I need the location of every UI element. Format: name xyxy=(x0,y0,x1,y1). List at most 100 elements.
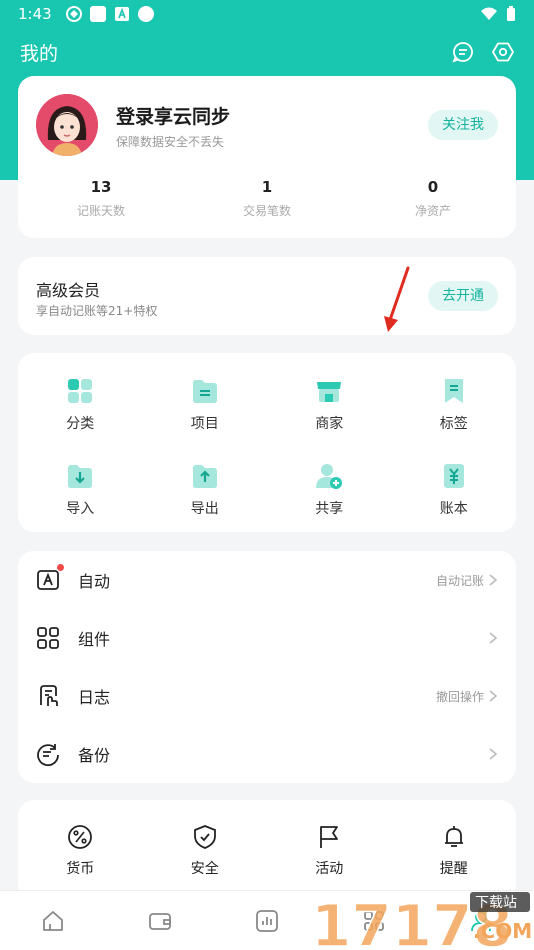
avatar[interactable] xyxy=(36,94,98,156)
sync-status-icon xyxy=(65,6,82,22)
app-header: 我的 xyxy=(0,34,534,70)
list-item-log[interactable]: 日志 撤回操作 xyxy=(18,667,516,725)
log-icon xyxy=(40,685,58,706)
grid-item-label: 项目 xyxy=(190,416,219,432)
notification-dot xyxy=(57,564,64,571)
stat-value: 13 xyxy=(90,178,112,196)
bookmark-icon xyxy=(444,379,463,403)
grid-item-import[interactable]: 导入 xyxy=(18,462,143,533)
feature-grid: 分类 项目 商家 标签 导入 导出 共享 账本 xyxy=(18,353,516,532)
home-icon xyxy=(43,910,64,931)
list-item-auto[interactable]: 自动 自动记账 xyxy=(18,551,516,609)
chevron-right-icon xyxy=(489,632,498,644)
tool-label: 安全 xyxy=(190,861,219,877)
auto-icon xyxy=(37,570,59,590)
status-time: 1:43 xyxy=(18,5,52,23)
watermark-top: 下载站 xyxy=(475,895,517,911)
annotation-arrow-icon xyxy=(384,266,410,332)
list-item-detail xyxy=(488,747,498,761)
watermark-domain: .COM xyxy=(473,919,532,943)
tool-label: 活动 xyxy=(315,861,344,877)
stat-label: 交易笔数 xyxy=(242,204,291,218)
tool-currency[interactable]: 货币 xyxy=(18,824,143,900)
grid-item-label: 分类 xyxy=(66,416,95,432)
share-user-icon xyxy=(316,463,343,489)
stat-value: 0 xyxy=(427,178,439,196)
backup-icon xyxy=(37,744,59,767)
tool-label: 提醒 xyxy=(439,861,468,877)
battery-icon xyxy=(507,6,515,21)
grid-item-project[interactable]: 项目 xyxy=(143,377,268,448)
chart-icon xyxy=(256,909,278,932)
vip-subtitle: 享自动记账等21+特权 xyxy=(36,304,158,318)
grid-item-label: 导入 xyxy=(66,500,95,517)
tool-security[interactable]: 安全 xyxy=(143,824,268,900)
vip-card[interactable]: 高级会员 享自动记账等21+特权 去开通 xyxy=(18,257,516,335)
grid-item-ledger[interactable]: 账本 xyxy=(392,462,517,533)
export-icon xyxy=(192,464,217,488)
list-item-label: 日志 xyxy=(78,688,111,707)
grid-item-label: 账本 xyxy=(439,500,468,517)
watermark-logo: 17178 下载站 .COM xyxy=(310,891,532,950)
login-sync-title[interactable]: 登录享云同步 xyxy=(116,102,230,129)
wallet-icon xyxy=(149,912,172,930)
notification-status-icon xyxy=(89,6,106,22)
stat-transactions[interactable]: 1 交易笔数 xyxy=(184,178,350,219)
tool-reminder[interactable]: 提醒 xyxy=(392,824,517,900)
grid-item-export[interactable]: 导出 xyxy=(143,462,268,533)
stat-days[interactable]: 13 记账天数 xyxy=(18,178,184,219)
list-item-detail xyxy=(488,631,498,645)
nav-home[interactable] xyxy=(0,909,107,933)
stat-label: 净资产 xyxy=(414,204,451,218)
grid-item-label: 标签 xyxy=(439,416,468,432)
list-item-detail-text: 撤回操作 xyxy=(435,689,484,704)
stat-label: 记账天数 xyxy=(76,204,125,218)
settings-icon[interactable] xyxy=(492,41,514,63)
list-item-label: 组件 xyxy=(78,630,111,649)
login-sync-subtitle: 保障数据安全不丢失 xyxy=(116,135,225,149)
ledger-icon xyxy=(443,463,464,488)
message-icon[interactable] xyxy=(452,41,474,63)
page-title: 我的 xyxy=(20,42,59,65)
settings-list: 自动 自动记账 组件 日志 撤回操作 备份 xyxy=(18,551,516,783)
chevron-right-icon xyxy=(489,574,498,586)
store-icon xyxy=(317,382,342,402)
widget-icon xyxy=(37,627,59,649)
stat-net-assets[interactable]: 0 净资产 xyxy=(350,178,516,219)
tool-label: 货币 xyxy=(66,861,95,877)
grid-item-label: 商家 xyxy=(315,416,344,432)
app-a-status-icon xyxy=(114,7,129,21)
open-vip-button[interactable]: 去开通 xyxy=(428,281,498,311)
stat-value: 1 xyxy=(261,178,273,196)
grid-item-merchant[interactable]: 商家 xyxy=(267,377,392,448)
shield-icon xyxy=(193,825,216,849)
import-icon xyxy=(68,464,93,488)
flag-icon xyxy=(320,826,339,848)
grid-item-label: 导出 xyxy=(190,500,219,517)
list-item-detail: 自动记账 xyxy=(436,572,498,589)
profile-card: 登录享云同步 保障数据安全不丢失 关注我 13 记账天数 1 交易笔数 0 净资… xyxy=(18,76,516,238)
stats-row: 13 记账天数 1 交易笔数 0 净资产 xyxy=(18,178,516,219)
category-icon xyxy=(68,379,93,403)
list-item-backup[interactable]: 备份 xyxy=(18,725,516,783)
bell-icon xyxy=(444,826,463,847)
list-item-label: 自动 xyxy=(78,572,111,591)
list-item-detail: 撤回操作 xyxy=(436,688,498,705)
grid-item-category[interactable]: 分类 xyxy=(18,377,143,448)
follow-button[interactable]: 关注我 xyxy=(428,110,498,140)
wifi-icon xyxy=(481,7,497,20)
vip-title: 高级会员 xyxy=(36,281,101,300)
list-item-widget[interactable]: 组件 xyxy=(18,609,516,667)
grid-item-share[interactable]: 共享 xyxy=(267,462,392,533)
list-item-detail-text: 自动记账 xyxy=(435,573,484,588)
folder-icon xyxy=(192,380,217,403)
list-item-label: 备份 xyxy=(78,746,111,765)
chevron-right-icon xyxy=(489,748,498,760)
tool-activity[interactable]: 活动 xyxy=(267,824,392,900)
nav-wallet[interactable] xyxy=(107,909,214,933)
dot-status-icon xyxy=(137,6,154,22)
percent-icon xyxy=(68,825,93,849)
chevron-right-icon xyxy=(489,690,498,702)
grid-item-tag[interactable]: 标签 xyxy=(392,377,517,448)
status-bar: 1:43 xyxy=(0,0,534,28)
